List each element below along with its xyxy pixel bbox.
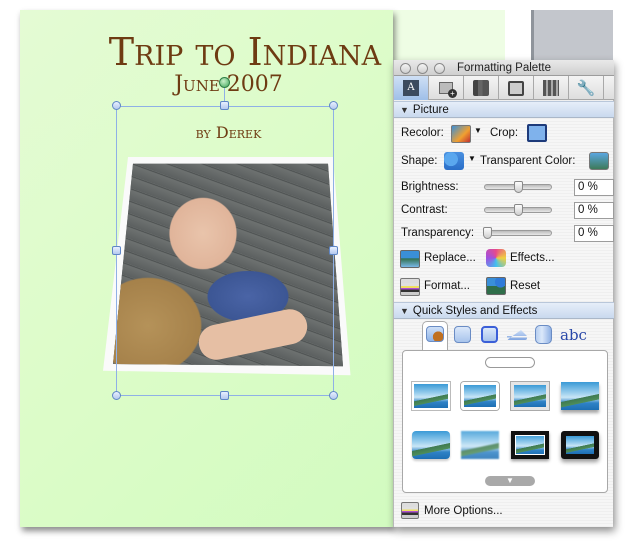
tab-formatting[interactable]: A bbox=[394, 76, 429, 100]
quick-styles-section-header[interactable]: ▼ Quick Styles and Effects bbox=[394, 302, 614, 319]
resize-handle-top-left[interactable] bbox=[112, 101, 121, 110]
recolor-dropdown-icon[interactable]: ▼ bbox=[474, 126, 482, 135]
brightness-slider[interactable] bbox=[484, 181, 552, 193]
background-window bbox=[531, 10, 613, 60]
format-label: Format... bbox=[424, 280, 471, 292]
add-picture-icon: + bbox=[439, 82, 457, 98]
glows-tab[interactable] bbox=[481, 326, 498, 343]
close-button[interactable] bbox=[400, 63, 411, 74]
contrast-slider-thumb[interactable] bbox=[514, 204, 523, 216]
picture-style-4[interactable] bbox=[561, 382, 599, 410]
effects-label: Effects... bbox=[510, 252, 555, 264]
disclosure-triangle-icon: ▼ bbox=[400, 306, 409, 316]
resize-handle-bottom[interactable] bbox=[220, 391, 229, 400]
tab-reference-tools[interactable] bbox=[534, 76, 569, 100]
tab-object-palette[interactable]: + bbox=[429, 76, 464, 100]
tab-scrapbook[interactable] bbox=[499, 76, 534, 100]
brightness-slider-thumb[interactable] bbox=[514, 181, 523, 193]
resize-handle-top[interactable] bbox=[220, 101, 229, 110]
gallery-scroll-up[interactable] bbox=[485, 357, 535, 368]
zoom-button[interactable] bbox=[434, 63, 445, 74]
transparency-slider[interactable] bbox=[483, 227, 552, 239]
transparency-field[interactable]: 0 % bbox=[574, 225, 614, 242]
palette-toolbar: A + 🔧 bbox=[394, 76, 614, 100]
shape-dropdown-icon[interactable]: ▼ bbox=[468, 154, 476, 163]
resize-handle-left[interactable] bbox=[112, 246, 121, 255]
more-options-icon bbox=[401, 502, 419, 519]
transparent-color-label: Transparent Color: bbox=[480, 155, 576, 167]
picture-style-7[interactable] bbox=[511, 431, 549, 459]
picture-style-8[interactable] bbox=[561, 431, 599, 459]
reflections-tab[interactable] bbox=[507, 330, 527, 340]
format-options-icon bbox=[400, 278, 420, 296]
resize-handle-bottom-left[interactable] bbox=[112, 391, 121, 400]
replace-picture-icon bbox=[400, 250, 420, 268]
crop-label: Crop: bbox=[490, 127, 519, 139]
text-styles-tab[interactable]: abc bbox=[560, 326, 587, 344]
contrast-slider[interactable] bbox=[484, 204, 552, 216]
shape-button[interactable] bbox=[444, 152, 464, 170]
reference-tools-icon bbox=[543, 80, 559, 96]
resize-handle-bottom-right[interactable] bbox=[329, 391, 338, 400]
tab-toolbox[interactable]: 🔧 bbox=[569, 76, 604, 100]
toolbox-wrench-icon: 🔧 bbox=[576, 80, 596, 97]
picture-style-1[interactable] bbox=[412, 382, 450, 410]
transparency-label: Transparency: bbox=[401, 227, 475, 239]
reset-label: Reset bbox=[510, 280, 541, 292]
contrast-field[interactable]: 0 % bbox=[574, 202, 614, 219]
shadows-tab[interactable] bbox=[454, 326, 471, 343]
disclosure-triangle-icon: ▼ bbox=[400, 105, 409, 115]
transparency-slider-thumb[interactable] bbox=[483, 227, 492, 239]
picture-style-5[interactable] bbox=[412, 431, 450, 459]
picture-style-2[interactable] bbox=[461, 382, 499, 410]
contrast-label: Contrast: bbox=[401, 204, 448, 216]
crop-button[interactable] bbox=[527, 124, 547, 142]
recolor-label: Recolor: bbox=[401, 127, 444, 139]
minimize-button[interactable] bbox=[417, 63, 428, 74]
picture-section-title: Picture bbox=[412, 104, 449, 116]
replace-label: Replace... bbox=[424, 252, 476, 264]
brightness-field[interactable]: 0 % bbox=[574, 179, 614, 196]
scrapbook-icon bbox=[508, 80, 524, 96]
quick-styles-section-title: Quick Styles and Effects bbox=[412, 305, 538, 317]
text-box-icon: A bbox=[403, 80, 419, 96]
transparent-color-button[interactable] bbox=[589, 152, 609, 170]
quick-styles-gallery: ▼ bbox=[402, 350, 608, 493]
formatting-palette: Formatting Palette A + 🔧 ▼ Picture Recolo… bbox=[393, 60, 614, 527]
shape-label: Shape: bbox=[401, 155, 438, 167]
picture-section-header[interactable]: ▼ Picture bbox=[394, 101, 614, 118]
resize-handle-right[interactable] bbox=[329, 246, 338, 255]
3d-effects-tab[interactable] bbox=[535, 325, 552, 344]
brightness-label: Brightness: bbox=[401, 181, 459, 193]
reset-picture-icon bbox=[486, 277, 506, 295]
recolor-button[interactable] bbox=[451, 125, 471, 143]
tab-object-stack[interactable] bbox=[464, 76, 499, 100]
picture-styles-tab[interactable] bbox=[426, 326, 444, 342]
palette-title: Formatting Palette bbox=[457, 62, 551, 74]
effects-wand-icon bbox=[486, 249, 506, 267]
gallery-scroll-down[interactable]: ▼ bbox=[485, 476, 535, 486]
picture-style-6[interactable] bbox=[461, 431, 499, 459]
resize-handle-top-right[interactable] bbox=[329, 101, 338, 110]
picture-style-3[interactable] bbox=[511, 382, 549, 410]
rotation-handle[interactable] bbox=[219, 77, 230, 88]
palette-titlebar[interactable]: Formatting Palette bbox=[394, 60, 614, 76]
object-stack-icon bbox=[473, 80, 489, 96]
selection-box bbox=[116, 106, 334, 396]
more-options-label: More Options... bbox=[424, 505, 503, 517]
